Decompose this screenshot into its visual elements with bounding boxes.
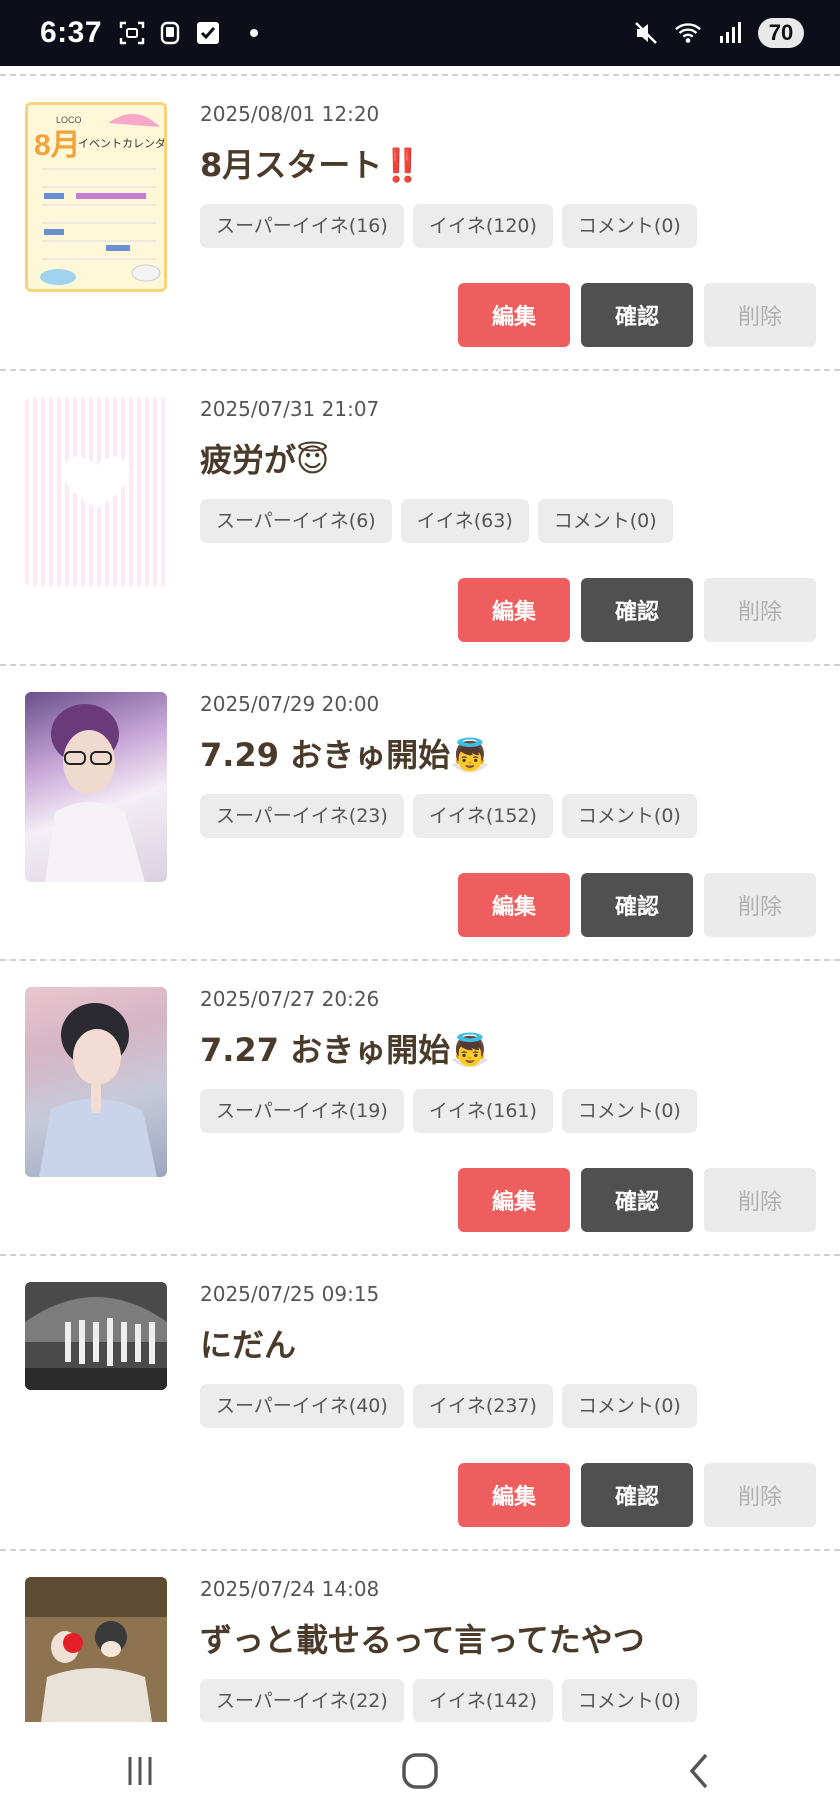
super-like-tag: スーパーイイネ(19) bbox=[200, 1089, 404, 1133]
post-item: 2025/07/27 20:26 7.27 おきゅ開始👼 スーパーイイネ(19)… bbox=[0, 959, 840, 1254]
home-icon[interactable] bbox=[390, 1741, 450, 1801]
post-date: 2025/07/24 14:08 bbox=[200, 1577, 380, 1601]
like-tag: イイネ(161) bbox=[412, 1089, 553, 1133]
reaction-tags: スーパーイイネ(22) イイネ(142) コメント(0) bbox=[200, 1679, 697, 1723]
navigation-bar bbox=[0, 1722, 840, 1820]
post-item: 2025/07/25 09:15 にだん スーパーイイネ(40) イイネ(237… bbox=[0, 1254, 840, 1549]
wifi-icon bbox=[674, 19, 702, 47]
bus-icon bbox=[156, 19, 184, 47]
back-icon[interactable] bbox=[670, 1741, 730, 1801]
post-thumbnail[interactable] bbox=[25, 397, 167, 587]
screenshot-icon bbox=[118, 19, 146, 47]
delete-button[interactable]: 削除 bbox=[704, 1168, 816, 1232]
post-actions: 編集 確認 削除 bbox=[458, 1463, 816, 1527]
recent-apps-icon[interactable] bbox=[110, 1741, 170, 1801]
post-date: 2025/07/31 21:07 bbox=[200, 397, 380, 421]
delete-button[interactable]: 削除 bbox=[704, 283, 816, 347]
post-title[interactable]: にだん bbox=[200, 1320, 296, 1366]
like-tag: イイネ(142) bbox=[412, 1679, 553, 1723]
thumb-caption: LOCO bbox=[56, 115, 82, 125]
post-actions: 編集 確認 削除 bbox=[458, 873, 816, 937]
post-title[interactable]: 疲労が😇 bbox=[200, 435, 329, 481]
post-list: LOCO 8月 イベントカレンダー 2025/08/01 12:20 8月スター… bbox=[0, 74, 840, 1820]
delete-button[interactable]: 削除 bbox=[704, 578, 816, 642]
comment-tag: コメント(0) bbox=[561, 1384, 697, 1428]
post-title[interactable]: ずっと載せるって言ってたやつ bbox=[200, 1615, 645, 1661]
post-thumbnail[interactable] bbox=[25, 987, 167, 1177]
post-date: 2025/08/01 12:20 bbox=[200, 102, 380, 126]
super-like-tag: スーパーイイネ(6) bbox=[200, 499, 392, 543]
like-tag: イイネ(237) bbox=[412, 1384, 553, 1428]
edit-button[interactable]: 編集 bbox=[458, 283, 570, 347]
post-item: LOCO 8月 イベントカレンダー 2025/08/01 12:20 8月スター… bbox=[0, 74, 840, 369]
confirm-button[interactable]: 確認 bbox=[581, 283, 693, 347]
post-item: 2025/07/29 20:00 7.29 おきゅ開始👼 スーパーイイネ(23)… bbox=[0, 664, 840, 959]
comment-tag: コメント(0) bbox=[561, 1089, 697, 1133]
super-like-tag: スーパーイイネ(22) bbox=[200, 1679, 404, 1723]
status-bar: 6:37 70 bbox=[0, 0, 840, 66]
confirm-button[interactable]: 確認 bbox=[581, 873, 693, 937]
post-actions: 編集 確認 削除 bbox=[458, 578, 816, 642]
like-tag: イイネ(120) bbox=[412, 204, 553, 248]
reaction-tags: スーパーイイネ(6) イイネ(63) コメント(0) bbox=[200, 499, 673, 543]
post-thumbnail[interactable]: LOCO 8月 イベントカレンダー bbox=[25, 102, 167, 292]
comment-tag: コメント(0) bbox=[561, 204, 697, 248]
post-thumbnail[interactable] bbox=[25, 692, 167, 882]
super-like-tag: スーパーイイネ(40) bbox=[200, 1384, 404, 1428]
comment-tag: コメント(0) bbox=[537, 499, 673, 543]
signal-icon bbox=[716, 19, 744, 47]
like-tag: イイネ(152) bbox=[412, 794, 553, 838]
comment-tag: コメント(0) bbox=[561, 794, 697, 838]
post-actions: 編集 確認 削除 bbox=[458, 1168, 816, 1232]
delete-button[interactable]: 削除 bbox=[704, 873, 816, 937]
edit-button[interactable]: 編集 bbox=[458, 578, 570, 642]
edit-button[interactable]: 編集 bbox=[458, 873, 570, 937]
reaction-tags: スーパーイイネ(23) イイネ(152) コメント(0) bbox=[200, 794, 697, 838]
post-item: 2025/07/31 21:07 疲労が😇 スーパーイイネ(6) イイネ(63)… bbox=[0, 369, 840, 664]
confirm-button[interactable]: 確認 bbox=[581, 1463, 693, 1527]
thumb-caption: 8月 bbox=[34, 129, 81, 162]
post-title[interactable]: 7.29 おきゅ開始👼 bbox=[200, 730, 490, 776]
delete-button[interactable]: 削除 bbox=[704, 1463, 816, 1527]
post-title[interactable]: 8月スタート‼️ bbox=[200, 140, 422, 186]
battery-indicator: 70 bbox=[758, 18, 804, 48]
thumb-caption: イベントカレンダー bbox=[78, 136, 167, 150]
status-time: 6:37 bbox=[40, 16, 103, 49]
edit-button[interactable]: 編集 bbox=[458, 1168, 570, 1232]
post-date: 2025/07/27 20:26 bbox=[200, 987, 380, 1011]
mute-icon bbox=[632, 19, 660, 47]
checkbox-icon bbox=[194, 19, 222, 47]
post-date: 2025/07/25 09:15 bbox=[200, 1282, 380, 1306]
super-like-tag: スーパーイイネ(16) bbox=[200, 204, 404, 248]
post-date: 2025/07/29 20:00 bbox=[200, 692, 380, 716]
like-tag: イイネ(63) bbox=[400, 499, 529, 543]
super-like-tag: スーパーイイネ(23) bbox=[200, 794, 404, 838]
post-title[interactable]: 7.27 おきゅ開始👼 bbox=[200, 1025, 490, 1071]
comment-tag: コメント(0) bbox=[561, 1679, 697, 1723]
reaction-tags: スーパーイイネ(19) イイネ(161) コメント(0) bbox=[200, 1089, 697, 1133]
post-thumbnail[interactable] bbox=[25, 1282, 167, 1390]
post-actions: 編集 確認 削除 bbox=[458, 283, 816, 347]
confirm-button[interactable]: 確認 bbox=[581, 578, 693, 642]
edit-button[interactable]: 編集 bbox=[458, 1463, 570, 1527]
dot-icon bbox=[250, 29, 259, 37]
reaction-tags: スーパーイイネ(16) イイネ(120) コメント(0) bbox=[200, 204, 697, 248]
reaction-tags: スーパーイイネ(40) イイネ(237) コメント(0) bbox=[200, 1384, 697, 1428]
confirm-button[interactable]: 確認 bbox=[581, 1168, 693, 1232]
